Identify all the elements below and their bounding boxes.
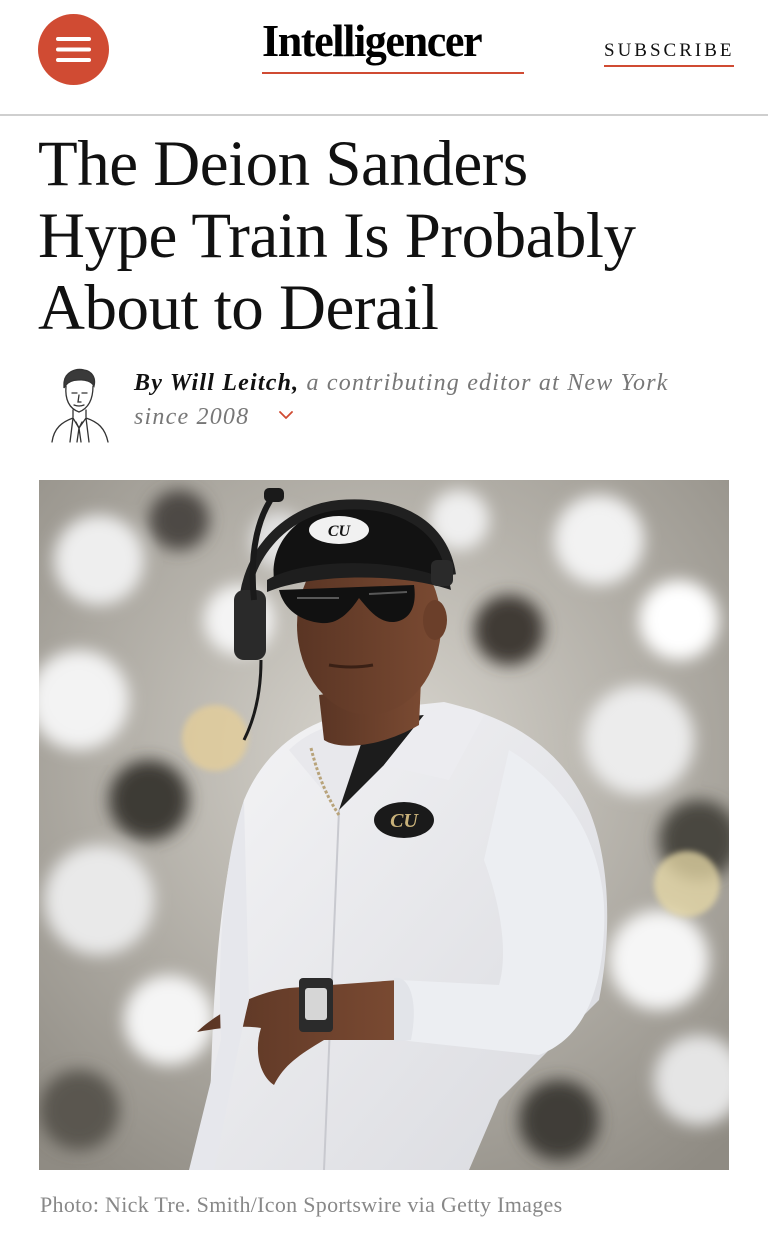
headline-line: Hype Train Is Probably	[38, 200, 636, 272]
menu-button[interactable]	[38, 14, 109, 85]
headline-line: About to Derail	[38, 272, 439, 344]
headline-line: The Deion Sanders	[38, 128, 528, 200]
site-logo[interactable]: Intelligencer	[262, 18, 483, 64]
hamburger-menu-icon	[38, 14, 109, 85]
coach-photo-illustration: CU CU	[39, 480, 729, 1170]
author-avatar[interactable]	[46, 364, 112, 444]
article-headline: The Deion Sanders Hype Train Is Probably…	[38, 128, 738, 344]
svg-text:CU: CU	[390, 810, 419, 832]
logo-underline	[262, 72, 524, 74]
subscribe-link[interactable]: SUBSCRIBE	[604, 41, 735, 67]
photo-caption: Photo: Nick Tre. Smith/Icon Sportswire v…	[40, 1192, 563, 1217]
author-name[interactable]: By Will Leitch,	[134, 370, 299, 396]
byline: By Will Leitch, a contributing editor at…	[134, 366, 724, 434]
chevron-down-icon[interactable]	[278, 408, 293, 422]
article-photo: CU CU	[39, 480, 729, 1170]
svg-text:CU: CU	[328, 523, 352, 540]
site-header: Intelligencer SUBSCRIBE	[0, 0, 768, 116]
